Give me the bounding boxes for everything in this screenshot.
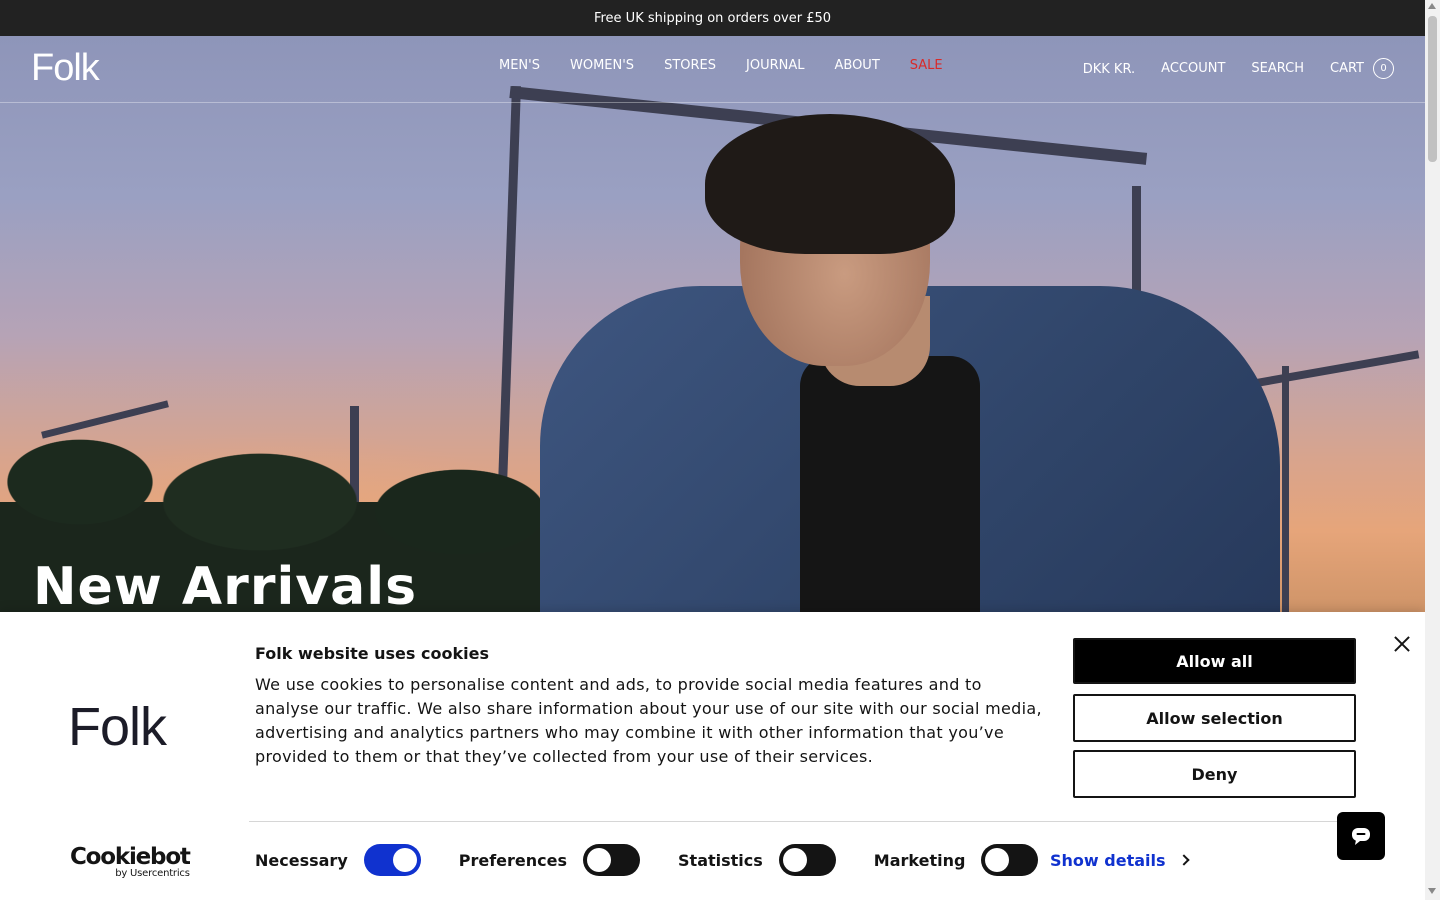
nav-about[interactable]: ABOUT <box>834 58 879 73</box>
nav-sale[interactable]: SALE <box>910 58 943 73</box>
toggle-label-preferences: Preferences <box>458 850 568 870</box>
toggle-label-marketing: Marketing <box>873 850 966 870</box>
allow-all-button[interactable]: Allow all <box>1073 638 1356 684</box>
account-link[interactable]: ACCOUNT <box>1161 61 1225 76</box>
cookiebot-logo: Cookiebot by Usercentrics <box>70 844 191 879</box>
nav-mens[interactable]: MEN'S <box>499 58 540 73</box>
toggle-label-statistics: Statistics <box>678 850 763 870</box>
cookie-description: We use cookies to personalise content an… <box>255 675 1042 766</box>
allow-selection-button[interactable]: Allow selection <box>1073 694 1356 742</box>
show-details-label: Show details <box>1050 851 1166 870</box>
main-nav: MEN'S WOMEN'S STORES JOURNAL ABOUT SALE <box>499 58 973 73</box>
site-header: Folk MEN'S WOMEN'S STORES JOURNAL ABOUT … <box>0 36 1425 103</box>
consent-toggles: Necessary Preferences Statistics Marketi… <box>255 844 1039 876</box>
cookiebot-name: Cookiebot <box>70 844 191 870</box>
header-utility: DKK KR. ACCOUNT SEARCH CART 0 <box>1057 58 1394 79</box>
nav-journal[interactable]: JOURNAL <box>746 58 804 73</box>
site-logo[interactable]: Folk <box>31 49 100 87</box>
deny-button[interactable]: Deny <box>1073 750 1356 798</box>
cart-count-badge: 0 <box>1373 58 1394 79</box>
statistics-toggle[interactable] <box>778 844 836 876</box>
chevron-right-icon <box>1177 854 1190 866</box>
announcement-bar: Free UK shipping on orders over £50 <box>0 0 1425 36</box>
necessary-toggle[interactable] <box>363 844 421 876</box>
scroll-down-icon[interactable] <box>1428 888 1436 894</box>
nav-stores[interactable]: STORES <box>664 58 716 73</box>
show-details-link[interactable]: Show details <box>1050 851 1190 870</box>
toggle-label-necessary: Necessary <box>255 850 348 870</box>
preferences-toggle[interactable] <box>583 844 641 876</box>
cart-link[interactable]: CART 0 <box>1330 58 1394 79</box>
cookie-divider <box>249 821 1356 822</box>
cookie-banner: Folk Folk website uses cookies We use co… <box>0 612 1425 900</box>
announcement-text: Free UK shipping on orders over £50 <box>593 10 832 26</box>
close-icon[interactable] <box>1390 632 1414 656</box>
cookie-banner-logo: Folk <box>68 697 167 757</box>
hero-image <box>0 36 1425 612</box>
scroll-up-icon[interactable] <box>1428 3 1436 9</box>
hero-title: New Arrivals <box>33 557 418 617</box>
search-link[interactable]: SEARCH <box>1251 61 1304 76</box>
cookie-title: Folk website uses cookies <box>255 644 489 663</box>
currency-selector[interactable]: DKK KR. <box>1083 62 1135 77</box>
scrollbar-thumb[interactable] <box>1428 16 1437 162</box>
cart-label: CART <box>1330 61 1364 76</box>
chat-button[interactable] <box>1337 812 1385 860</box>
marketing-toggle[interactable] <box>981 844 1039 876</box>
nav-womens[interactable]: WOMEN'S <box>570 58 634 73</box>
chat-icon <box>1352 828 1370 845</box>
